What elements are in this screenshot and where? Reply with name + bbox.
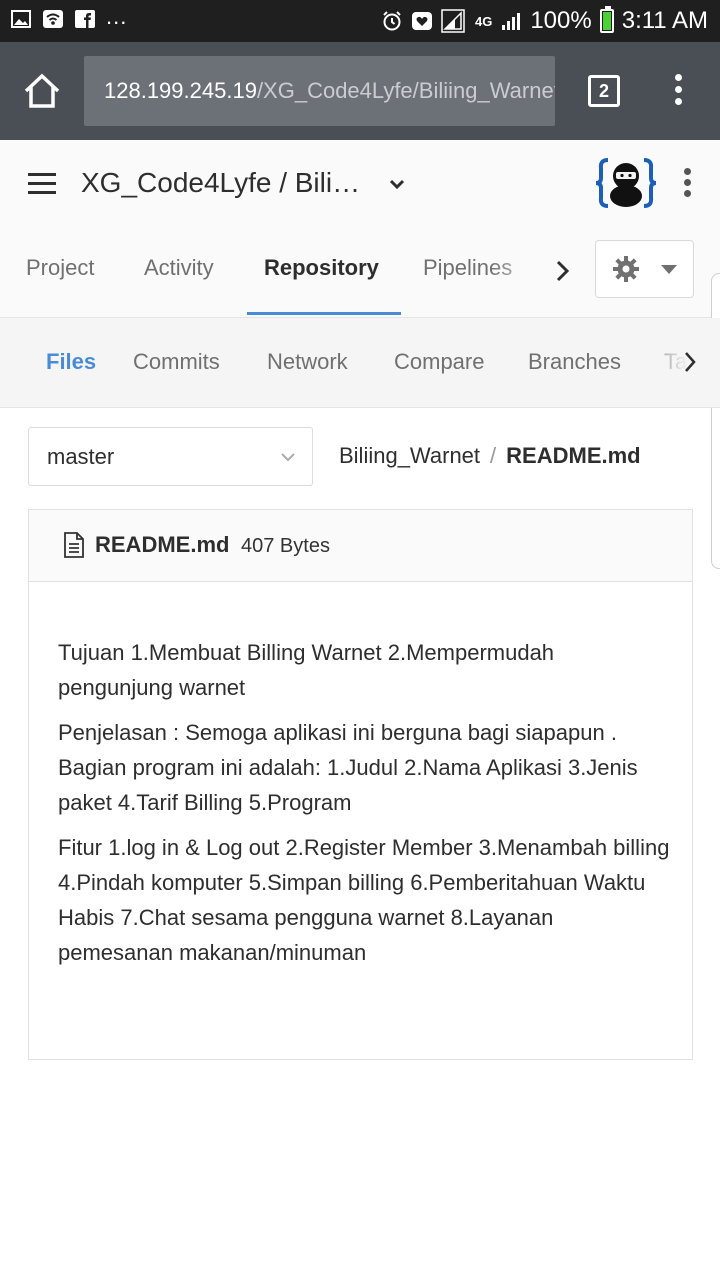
branch-name: master [47, 444, 115, 469]
home-icon[interactable] [22, 72, 62, 110]
repository-subnav: Files Commits Network Compare Branches T… [0, 318, 720, 408]
readme-paragraph: Penjelasan : Semoga aplikasi ini berguna… [58, 720, 638, 815]
battery-icon [599, 6, 614, 33]
ninja-avatar-icon[interactable] [594, 154, 658, 212]
tab-repository[interactable]: Repository [264, 251, 379, 285]
breadcrumb: Biliing_Warnet / README.md [339, 439, 641, 473]
chevron-right-icon[interactable] [678, 348, 702, 376]
battery-percent: 100% [530, 7, 592, 34]
image-icon [11, 10, 31, 28]
browser-toolbar: 128.199.245.19/XG_Code4Lyfe/Biliing_Warn… [0, 42, 720, 140]
subtab-network[interactable]: Network [267, 346, 348, 378]
browser-menu-icon[interactable] [674, 74, 684, 110]
more-notifications: ... [106, 4, 128, 29]
file-text-icon [64, 532, 84, 558]
more-options-icon[interactable] [684, 168, 692, 198]
url-bar[interactable]: 128.199.245.19/XG_Code4Lyfe/Biliing_Warn… [84, 56, 555, 126]
subtab-commits[interactable]: Commits [133, 346, 220, 378]
network-type: 4G [474, 13, 493, 29]
chevron-down-icon [281, 453, 295, 462]
signal-icon [441, 9, 465, 33]
subtab-compare[interactable]: Compare [394, 346, 484, 378]
system-icons: 4G 100% 3:11 AM [381, 6, 708, 36]
settings-dropdown-button[interactable] [595, 240, 694, 298]
tab-activity[interactable]: Activity [144, 251, 214, 285]
file-header: README.md 407 Bytes [29, 510, 692, 582]
project-nav: Project Activity Repository Pipelines [0, 226, 720, 318]
url-host: 128.199.245.19 [104, 78, 257, 103]
project-title[interactable]: XG_Code4Lyfe / Bili… [81, 164, 360, 202]
breadcrumb-repo-link[interactable]: Biliing_Warnet [339, 443, 480, 468]
status-bar: ... 4G 100% 3:11 AM [0, 0, 720, 42]
facebook-icon [75, 10, 95, 28]
tab-project[interactable]: Project [26, 251, 94, 285]
alarm-icon [383, 11, 401, 31]
wifi-icon [43, 10, 63, 28]
readme-paragraph: Fitur 1.log in & Log out 2.Register Memb… [58, 835, 670, 965]
hamburger-menu-icon[interactable] [28, 173, 56, 195]
heart-icon [411, 12, 432, 30]
branch-selector[interactable]: master [28, 427, 313, 486]
gear-icon [613, 256, 639, 282]
chevron-down-icon[interactable] [387, 174, 407, 194]
file-name: README.md [95, 532, 230, 557]
caret-down-icon [661, 265, 677, 274]
readme-content: Tujuan 1.Membuat Billing Warnet 2.Memper… [58, 635, 670, 980]
url-path: /XG_Code4Lyfe/Biliing_Warnet [256, 78, 555, 103]
cell-signal-icon [502, 13, 521, 30]
notification-icons: ... [10, 4, 128, 30]
clock: 3:11 AM [621, 7, 708, 34]
file-panel: README.md 407 Bytes Tujuan 1.Membuat Bil… [28, 509, 693, 1060]
breadcrumb-separator: / [490, 443, 497, 468]
tab-switcher-button[interactable]: 2 [588, 75, 620, 107]
subtab-files[interactable]: Files [46, 346, 96, 378]
subtab-branches[interactable]: Branches [528, 346, 621, 378]
active-tab-indicator [247, 312, 401, 315]
breadcrumb-file: README.md [506, 443, 641, 468]
readme-paragraph: Tujuan 1.Membuat Billing Warnet 2.Memper… [58, 640, 555, 700]
project-header: XG_Code4Lyfe / Bili… [0, 140, 720, 226]
nav-fade [490, 226, 550, 316]
file-size: 407 Bytes [241, 535, 330, 557]
chevron-right-icon[interactable] [548, 256, 578, 286]
